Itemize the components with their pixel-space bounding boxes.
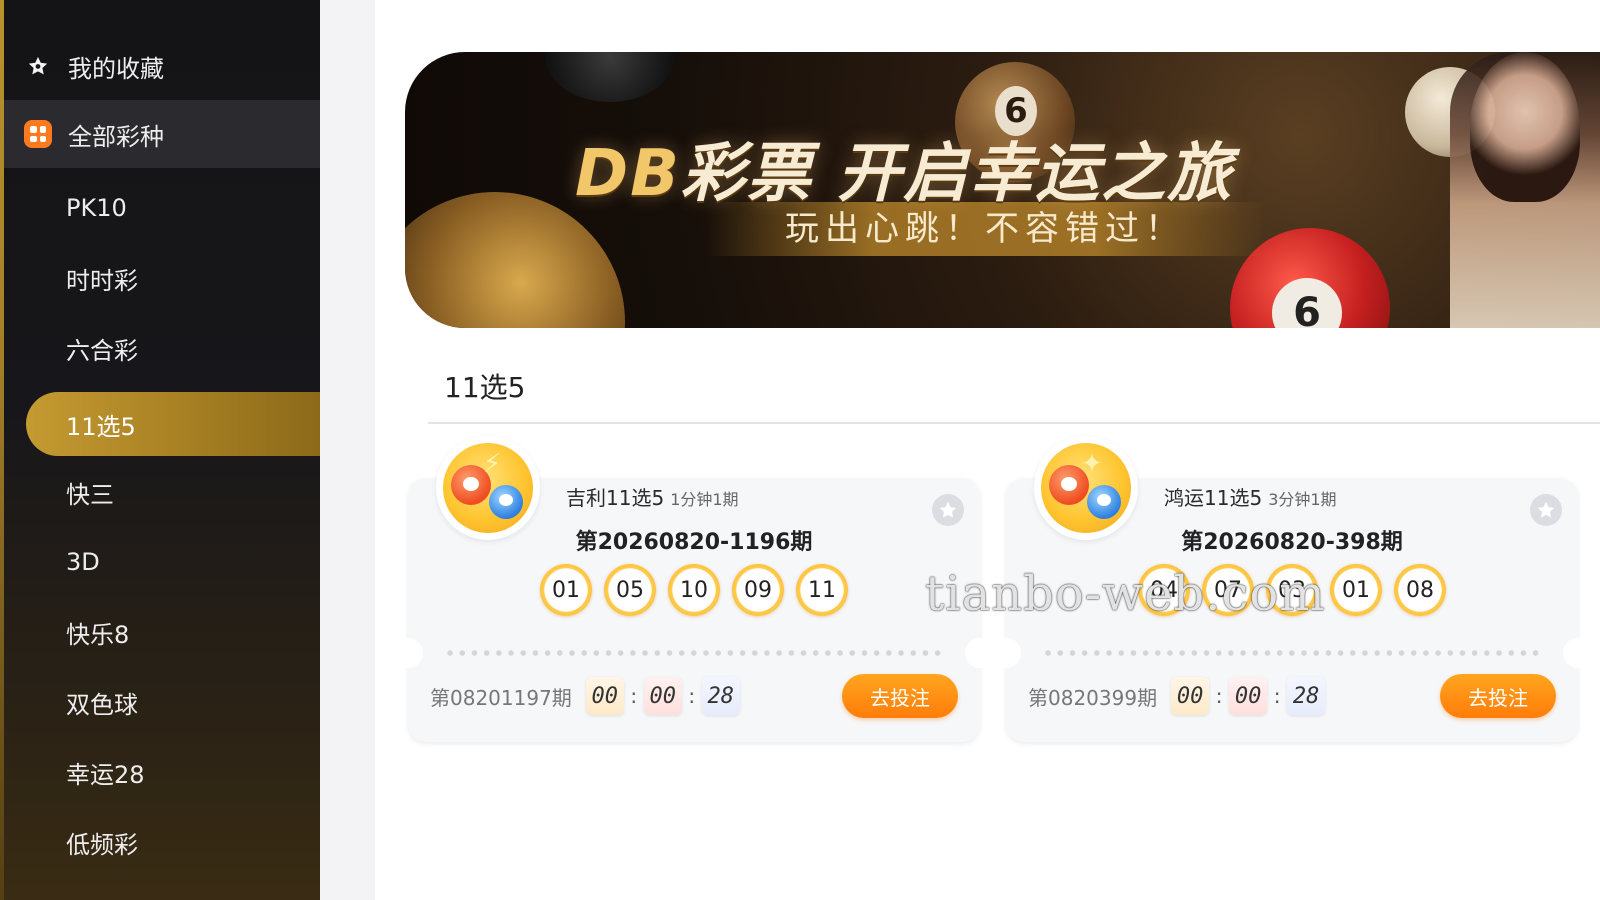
sidebar-item-label: 低频彩 [66, 830, 138, 859]
banner-title-text: 彩票 开启幸运之旅 [680, 137, 1234, 211]
countdown-row: 第08201197期 00 : 00 : 28 [430, 674, 740, 718]
sidebar-item-label: 11选5 [66, 412, 136, 441]
number-ball: 01 [1330, 564, 1382, 616]
dotted-divider [444, 650, 944, 656]
countdown-seconds: 28 [1287, 677, 1326, 715]
countdown-row: 第0820399期 00 : 00 : 28 [1028, 674, 1326, 718]
sidebar-item-mark-six[interactable]: 六合彩 [4, 314, 320, 382]
sidebar-item-label: 双色球 [66, 690, 138, 719]
draw-numbers: 04 07 03 01 08 [1006, 564, 1578, 616]
section-title: 11选5 [444, 371, 526, 404]
countdown-minutes: 00 [1229, 677, 1268, 715]
countdown-seconds: 28 [701, 677, 740, 715]
sidebar-item-label: 六合彩 [66, 336, 138, 365]
number-ball: 08 [1394, 564, 1446, 616]
favorite-star-icon[interactable] [1530, 494, 1562, 526]
number-ball: 04 [1138, 564, 1190, 616]
sidebar-item-k3[interactable]: 快三 [4, 458, 320, 526]
lottery-name: 吉利11选5 1分钟1期 [566, 482, 739, 511]
sidebar-item-3d[interactable]: 3D [4, 528, 320, 596]
grid-icon [24, 120, 52, 148]
sidebar-item-ssc[interactable]: 时时彩 [4, 244, 320, 312]
next-issue: 第08201197期 [430, 685, 572, 710]
sidebar-item-favorites[interactable]: 我的收藏 [4, 32, 320, 100]
sidebar-item-low-freq[interactable]: 低频彩 [4, 808, 320, 876]
number-ball: 11 [796, 564, 848, 616]
number-ball: 03 [1266, 564, 1318, 616]
current-issue: 第20260820-398期 [1181, 530, 1403, 555]
number-ball: 09 [732, 564, 784, 616]
lottery-title: 鸿运11选5 [1164, 486, 1263, 510]
banner-title: DB彩票 开启幸运之旅 [575, 122, 1233, 214]
number-ball: 10 [668, 564, 720, 616]
countdown-minutes: 00 [643, 677, 682, 715]
number-ball: 07 [1202, 564, 1254, 616]
lottery-card[interactable]: ⚡ 吉利11选5 1分钟1期 第20260820-1196期 01 05 10 0… [393, 436, 995, 742]
sidebar-item-label: 幸运28 [66, 760, 145, 789]
lottery-name: 鸿运11选5 3分钟1期 [1164, 482, 1337, 511]
sidebar-item-kl8[interactable]: 快乐8 [4, 598, 320, 666]
sidebar-item-label: 3D [66, 548, 100, 576]
lottery-frequency: 3分钟1期 [1268, 490, 1337, 509]
draw-numbers: 01 05 10 09 11 [408, 564, 980, 616]
dotted-divider [1042, 650, 1542, 656]
ball-number: 6 [1272, 278, 1342, 328]
banner-model-image [1450, 52, 1600, 328]
lottery-card[interactable]: ✦ 鸿运11选5 3分钟1期 第20260820-398期 04 07 03 01… [991, 436, 1593, 742]
number-ball: 01 [540, 564, 592, 616]
promo-banner[interactable]: 6 6 DB彩票 开启幸运之旅 玩出心跳！不容错过！ [405, 52, 1600, 328]
lottery-frequency: 1分钟1期 [670, 490, 739, 509]
sidebar-item-lucky28[interactable]: 幸运28 [4, 738, 320, 806]
sidebar-item-label: 快乐8 [66, 620, 130, 649]
banner-subtitle: 玩出心跳！不容错过！ [785, 209, 1185, 249]
countdown-hours: 00 [585, 677, 624, 715]
black-ball-decoration [545, 52, 675, 102]
star-icon [24, 52, 52, 80]
sidebar-item-label: 全部彩种 [68, 122, 164, 151]
number-ball: 05 [604, 564, 656, 616]
sidebar-item-label: 我的收藏 [68, 54, 164, 83]
sidebar-item-all-lotteries[interactable]: 全部彩种 [4, 100, 320, 168]
current-issue: 第20260820-1196期 [575, 530, 813, 555]
sidebar-item-label: 时时彩 [66, 266, 138, 295]
section-divider [428, 422, 1600, 424]
favorite-star-icon[interactable] [932, 494, 964, 526]
lottery-title: 吉利11选5 [566, 486, 665, 510]
sidebar-item-11x5[interactable]: 11选5 [26, 392, 320, 456]
sidebar-item-label: PK10 [66, 194, 127, 222]
bet-button[interactable]: 去投注 [1440, 674, 1556, 718]
banner-brand: DB [575, 137, 681, 211]
next-issue: 第0820399期 [1028, 685, 1158, 710]
sidebar-item-pk10[interactable]: PK10 [4, 174, 320, 242]
sidebar-item-ssq[interactable]: 双色球 [4, 668, 320, 736]
sidebar: 我的收藏 全部彩种 PK10 时时彩 六合彩 11选5 快三 3D 快乐8 双色… [0, 0, 320, 900]
countdown-hours: 00 [1171, 677, 1210, 715]
bet-button[interactable]: 去投注 [842, 674, 958, 718]
sidebar-item-label: 快三 [66, 480, 114, 509]
